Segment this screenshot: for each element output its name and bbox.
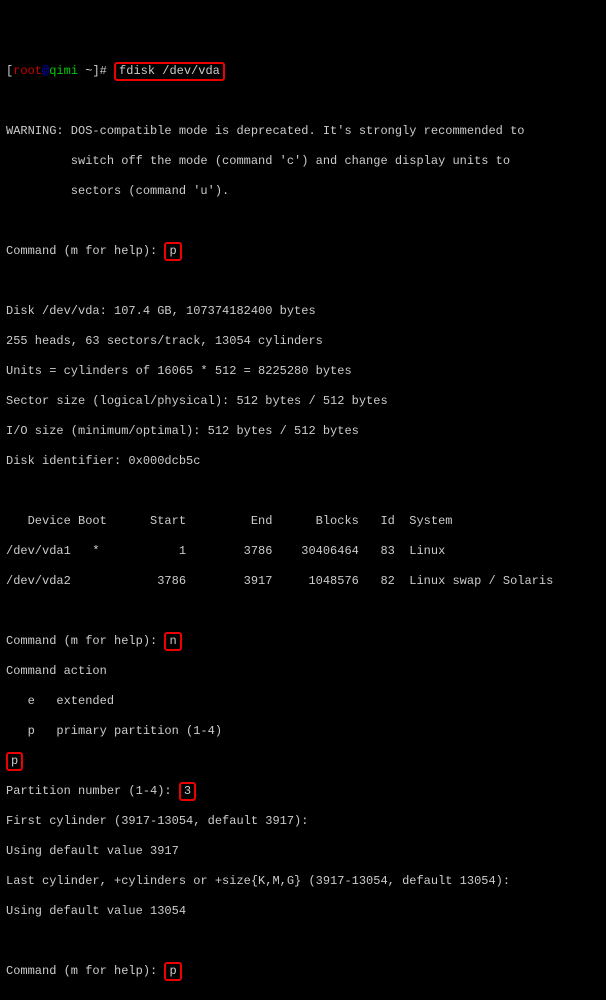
help-prompt-3: Command (m for help): p <box>6 964 600 979</box>
blank <box>6 604 600 619</box>
disk-l5: I/O size (minimum/optimal): 512 bytes / … <box>6 424 600 439</box>
help-prompt-text: Command (m for help): <box>6 964 164 978</box>
input-n[interactable]: n <box>164 632 181 651</box>
blank <box>6 94 600 109</box>
disk-l3: Units = cylinders of 16065 * 512 = 82252… <box>6 364 600 379</box>
blank <box>6 274 600 289</box>
help-prompt-text: Command (m for help): <box>6 634 164 648</box>
blank <box>6 994 600 1000</box>
cmdaction-hdr: Command action <box>6 664 600 679</box>
disk-l6: Disk identifier: 0x000dcb5c <box>6 454 600 469</box>
help-prompt-text: Command (m for help): <box>6 244 164 258</box>
cmdaction-p: p primary partition (1-4) <box>6 724 600 739</box>
table1-row: /dev/vda1 * 1 3786 30406464 83 Linux <box>6 544 600 559</box>
prompt-user: root <box>13 64 42 78</box>
blank <box>6 934 600 949</box>
cmd-fdisk[interactable]: fdisk /dev/vda <box>114 62 225 81</box>
fc-l4: Using default value 13054 <box>6 904 600 919</box>
input-p2[interactable]: p <box>164 962 181 981</box>
partition-number-line: Partition number (1-4): 3 <box>6 784 600 799</box>
fc-l1: First cylinder (3917-13054, default 3917… <box>6 814 600 829</box>
shell-prompt-line: [root@qimi ~]# fdisk /dev/vda <box>6 64 600 79</box>
prompt-host: qimi <box>49 64 78 78</box>
prompt-sep: ]# <box>92 64 114 78</box>
cmdaction-e: e extended <box>6 694 600 709</box>
pn-prompt-text: Partition number (1-4): <box>6 784 179 798</box>
input-pp-line: p <box>6 754 600 769</box>
input-p1[interactable]: p <box>164 242 181 261</box>
warning-l3: sectors (command 'u'). <box>6 184 600 199</box>
blank <box>6 214 600 229</box>
input-3[interactable]: 3 <box>179 782 196 801</box>
warning-l2: switch off the mode (command 'c') and ch… <box>6 154 600 169</box>
disk-l4: Sector size (logical/physical): 512 byte… <box>6 394 600 409</box>
input-pp[interactable]: p <box>6 752 23 771</box>
fc-l3: Last cylinder, +cylinders or +size{K,M,G… <box>6 874 600 889</box>
table1-header: Device Boot Start End Blocks Id System <box>6 514 600 529</box>
disk-l2: 255 heads, 63 sectors/track, 13054 cylin… <box>6 334 600 349</box>
disk-l1: Disk /dev/vda: 107.4 GB, 107374182400 by… <box>6 304 600 319</box>
warning-l1: WARNING: DOS-compatible mode is deprecat… <box>6 124 600 139</box>
help-prompt-1: Command (m for help): p <box>6 244 600 259</box>
blank <box>6 484 600 499</box>
prompt-cwd: ~ <box>78 64 92 78</box>
help-prompt-2: Command (m for help): n <box>6 634 600 649</box>
table1-row: /dev/vda2 3786 3917 1048576 82 Linux swa… <box>6 574 600 589</box>
fc-l2: Using default value 3917 <box>6 844 600 859</box>
